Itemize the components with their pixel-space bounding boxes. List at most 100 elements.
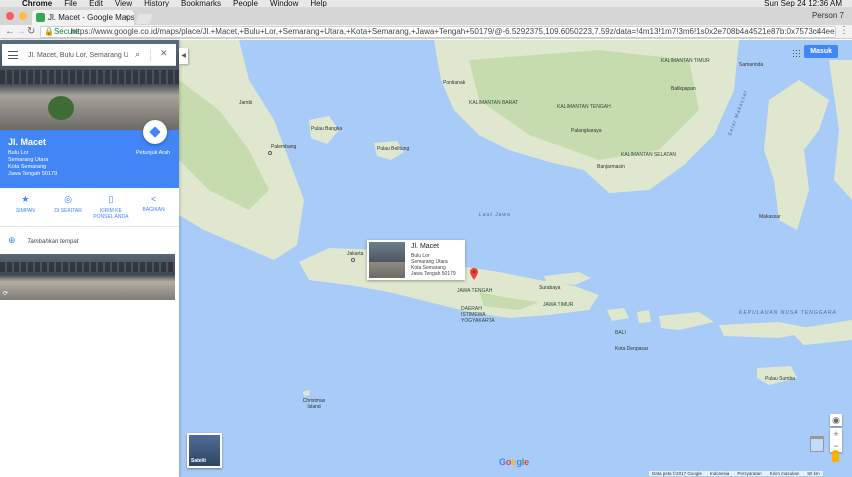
macos-menubar: Chrome File Edit View History Bookmarks … [0, 0, 852, 7]
address-line: Bulu Lor [8, 150, 29, 156]
label-jambi: Jambi [239, 100, 253, 106]
place-side-panel: ⌕ ✕ Jl. Macet Bulu Lor Semarang Utara Ko… [0, 40, 179, 477]
place-info-popup[interactable]: Jl. Macet Bulu Lor Semarang Utara Kota S… [367, 240, 465, 280]
footer-link-feedback[interactable]: Kirim masukan [770, 471, 800, 476]
label-makassar: Makassar [759, 214, 781, 220]
menu-bookmarks[interactable]: Bookmarks [181, 0, 221, 7]
photo-roof [0, 262, 175, 272]
nearby-icon: ◎ [64, 194, 73, 204]
photo-plant [48, 96, 74, 120]
label-kalimantan-tengah: KALIMANTAN TENGAH [557, 104, 611, 110]
profile-button[interactable]: Person 7 [812, 11, 844, 20]
star-icon: ★ [21, 194, 30, 204]
pegman-icon[interactable] [832, 450, 839, 462]
add-place-label: Tambahkan tempat [27, 239, 79, 245]
satellite-label: Satelit [191, 458, 207, 464]
label-christmas-island: Christmas Island [302, 398, 326, 410]
panorama-icon: ⟳ [3, 291, 9, 297]
label-pulau-sumba: Pulau Sumba [765, 376, 796, 382]
place-header: Jl. Macet Bulu Lor Semarang Utara Kota S… [0, 120, 179, 188]
street-view-photo[interactable]: ⟳ [0, 254, 175, 300]
label-surabaya: Surabaya [539, 285, 561, 291]
label-pulau-belitung: Pulau Belitung [377, 146, 410, 152]
label-kepulauan-nusa: KEPULAUAN NUSA TENGGARA [739, 310, 837, 316]
send-to-phone-button[interactable]: ▯ KIRIM KE PONSEL ANDA [91, 190, 131, 225]
collapse-panel-button[interactable]: ◀ [179, 48, 188, 64]
label-samarinda: Samarinda [739, 62, 764, 68]
share-button[interactable]: < BAGIKAN [134, 190, 174, 225]
label-banjarmasin: Banjarmasin [597, 164, 625, 170]
google-apps-icon[interactable] [792, 49, 800, 57]
label-kalimantan-barat: KALIMANTAN BARAT [469, 100, 519, 106]
label-kalimantan-timur: KALIMANTAN TIMUR [661, 58, 710, 64]
map-scale[interactable]: 50 km [807, 471, 819, 476]
directions-label[interactable]: Petunjuk Arah [136, 150, 170, 156]
label-kalimantan-selatan: KALIMANTAN SELATAN [621, 152, 677, 158]
menu-history[interactable]: History [144, 0, 169, 7]
save-button[interactable]: ★ SIMPAN [5, 190, 45, 225]
trash-icon [810, 436, 824, 452]
new-tab-button[interactable] [135, 14, 153, 24]
menu-window[interactable]: Window [270, 0, 298, 7]
label-bali: BALI [615, 330, 626, 336]
search-input[interactable] [28, 48, 128, 62]
label-palangkaraya: Palangkaraya [571, 128, 602, 134]
hamburger-menu-icon[interactable] [8, 51, 18, 59]
tab-title: Jl. Macet - Google Maps [48, 13, 134, 22]
my-location-button[interactable]: ◉ [830, 414, 842, 426]
browser-toolbar: ← → ↻ 🔒Secure https://www.google.co.id/m… [0, 25, 852, 39]
save-label: SIMPAN [15, 208, 35, 214]
bookmark-star-icon[interactable]: ☆ [814, 27, 821, 37]
close-icon[interactable]: ✕ [160, 48, 168, 59]
minimize-window-icon[interactable] [19, 12, 27, 20]
menu-help[interactable]: Help [310, 0, 326, 7]
close-window-icon[interactable] [6, 12, 14, 20]
address-line: Jawa Tengah 50179 [8, 171, 58, 177]
url-text: https://www.google.co.id/maps/place/Jl.+… [71, 27, 836, 36]
place-actions: ★ SIMPAN ◎ DI SEKITAR ▯ KIRIM KE PONSEL … [0, 190, 179, 225]
menu-chrome[interactable]: Chrome [22, 0, 52, 7]
footer-link-indonesia[interactable]: Indonesia [710, 471, 730, 476]
close-tab-icon[interactable]: × [124, 10, 129, 25]
chrome-menu-icon[interactable]: ⋮ [839, 25, 849, 37]
map-footer: Data peta ©2017 Google Indonesia Persyar… [649, 471, 823, 476]
secure-label: Secure [53, 27, 80, 36]
nearby-button[interactable]: ◎ DI SEKITAR [48, 190, 88, 225]
add-place-icon: ⊕ [8, 235, 16, 245]
sign-in-button[interactable]: Masuk [804, 45, 838, 58]
label-balikpapan: Balikpapan [671, 86, 696, 92]
location-pin-icon[interactable] [470, 268, 478, 280]
share-label: BAGIKAN [142, 207, 165, 213]
popup-title: Jl. Macet [411, 243, 440, 250]
menu-file[interactable]: File [64, 0, 77, 7]
zoom-in-button[interactable]: + [830, 428, 842, 440]
add-place-button[interactable]: ⊕ Tambahkan tempat [8, 235, 78, 246]
popup-street-photo[interactable] [369, 242, 405, 278]
menu-people[interactable]: People [233, 0, 258, 7]
search-divider [150, 49, 151, 61]
label-jakarta: Jakarta [347, 251, 364, 257]
send-to-phone-label: KIRIM KE PONSEL ANDA [93, 208, 129, 220]
directions-button[interactable] [143, 120, 167, 144]
satellite-toggle-button[interactable]: Satelit [187, 433, 222, 468]
reload-icon[interactable]: ↻ [27, 26, 35, 38]
address-bar[interactable]: 🔒Secure https://www.google.co.id/maps/pl… [40, 26, 836, 38]
popup-line: Jawa Tengah 50179 [411, 271, 456, 277]
menu-edit[interactable]: Edit [89, 0, 103, 7]
label-kota-denpasar: Kota Denpasar [615, 346, 649, 352]
menu-view[interactable]: View [115, 0, 132, 7]
share-icon: < [150, 194, 157, 204]
footer-link-terms[interactable]: Persyaratan [737, 471, 761, 476]
search-icon[interactable]: ⌕ [135, 49, 140, 60]
forward-icon[interactable]: → [16, 26, 26, 38]
back-icon[interactable]: ← [5, 26, 15, 38]
google-logo: Google [499, 457, 529, 467]
tab-google-maps[interactable]: Jl. Macet - Google Maps × [32, 10, 134, 25]
map-canvas[interactable]: Jambi Pulau Bangka Palembang Pulau Belit… [179, 40, 852, 477]
label-laut-jawa: Laut Jawa [479, 212, 511, 218]
label-daerah-istimewa: DAERAH ISTIMEWA YOGYAKARTA [461, 306, 495, 324]
phone-icon: ▯ [108, 194, 114, 204]
menubar-clock: Sun Sep 24 12:36 AM [764, 0, 842, 7]
place-title: Jl. Macet [8, 137, 47, 147]
label-jawa-tengah: JAWA TENGAH [457, 288, 493, 294]
